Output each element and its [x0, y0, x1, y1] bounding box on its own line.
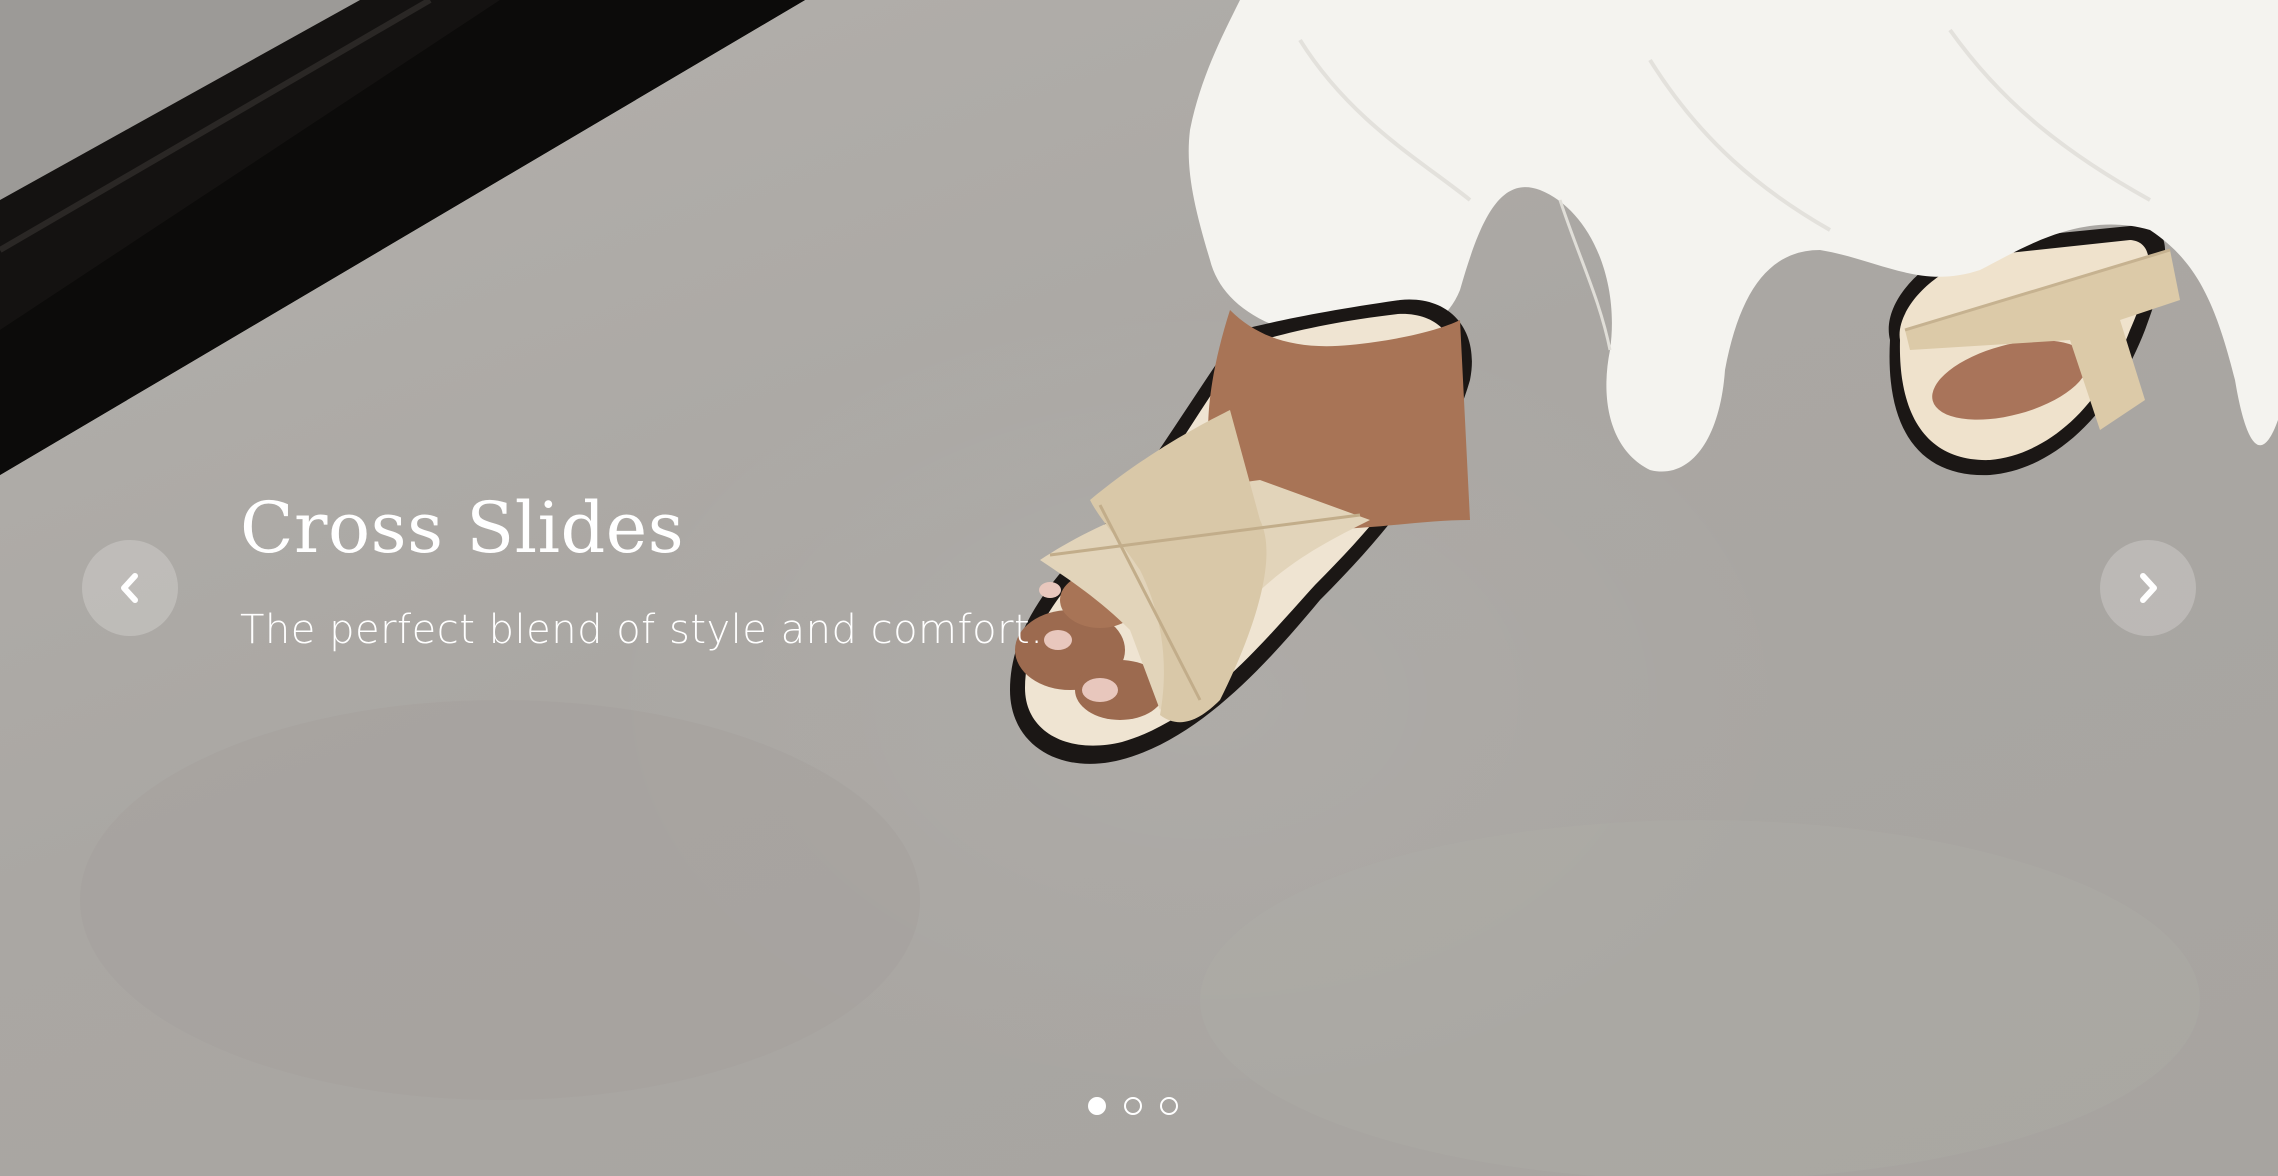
- chevron-left-icon: [121, 573, 138, 603]
- slide-title: Cross Slides: [240, 487, 685, 569]
- slide-caption: Cross Slides The perfect blend of style …: [240, 487, 1044, 654]
- pagination-dot-1[interactable]: [1088, 1097, 1106, 1115]
- carousel-pagination: [1088, 1097, 1178, 1115]
- pagination-dot-3[interactable]: [1160, 1097, 1178, 1115]
- hero-carousel: Cross Slides The perfect blend of style …: [0, 0, 2278, 1176]
- pagination-dot-2[interactable]: [1124, 1097, 1142, 1115]
- slide-subtitle: The perfect blend of style and comfort.: [240, 607, 1044, 653]
- chevron-right-icon: [2140, 573, 2157, 603]
- next-slide-button[interactable]: [2100, 540, 2196, 636]
- sandal-left: [1010, 299, 1472, 764]
- previous-slide-button[interactable]: [82, 540, 178, 636]
